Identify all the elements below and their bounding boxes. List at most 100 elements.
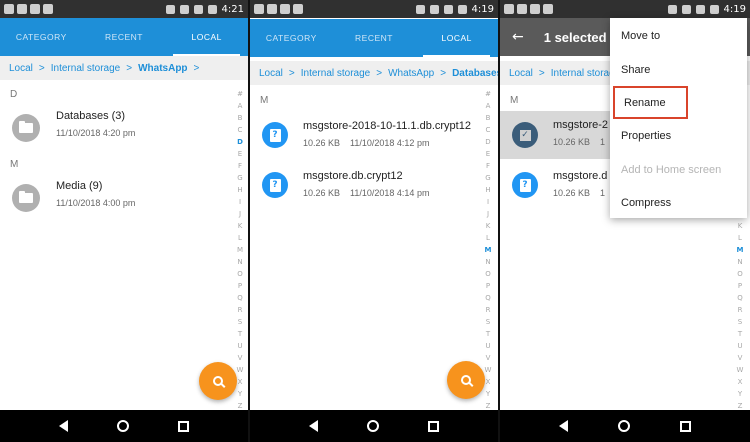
alphabet-letter[interactable]: V xyxy=(738,352,743,364)
alphabet-letter[interactable]: D xyxy=(485,136,490,148)
breadcrumb-local[interactable]: Local xyxy=(259,68,283,79)
menu-item-move-to[interactable]: Move to xyxy=(610,19,747,52)
alphabet-letter[interactable]: O xyxy=(737,268,743,280)
alphabet-letter[interactable]: R xyxy=(238,304,243,316)
alphabet-letter[interactable]: P xyxy=(486,280,490,292)
alphabet-letter[interactable]: E xyxy=(238,148,242,160)
menu-item-compress[interactable]: Compress xyxy=(610,186,747,219)
alphabet-letter[interactable]: H xyxy=(237,184,242,196)
tab-local[interactable]: LOCAL xyxy=(415,19,498,57)
alphabet-index[interactable]: #ABCDEFGHIJKLMNOPQRSTUVWXYZ xyxy=(234,88,246,412)
back-icon[interactable] xyxy=(58,420,68,432)
breadcrumb-internal-storage[interactable]: Internal storage xyxy=(301,68,371,79)
alphabet-letter[interactable]: B xyxy=(238,112,243,124)
alphabet-letter[interactable]: W xyxy=(237,364,244,376)
alphabet-letter[interactable]: L xyxy=(238,232,242,244)
alphabet-letter[interactable]: # xyxy=(237,88,243,100)
breadcrumb-whatsapp[interactable]: WhatsApp xyxy=(388,68,434,79)
home-icon[interactable] xyxy=(618,420,630,432)
alphabet-letter[interactable]: Y xyxy=(738,388,742,400)
search-fab[interactable] xyxy=(199,362,237,400)
alphabet-letter[interactable]: D xyxy=(237,136,243,148)
alphabet-letter[interactable]: K xyxy=(738,220,743,232)
alphabet-letter[interactable]: A xyxy=(238,100,243,112)
breadcrumb-internal-storage[interactable]: Internal storage xyxy=(51,63,121,74)
breadcrumb-local[interactable]: Local xyxy=(509,68,533,79)
breadcrumb-internal-storage[interactable]: Internal storag xyxy=(551,68,615,79)
tab-local[interactable]: LOCAL xyxy=(165,18,248,56)
tab-category[interactable]: CATEGORY xyxy=(250,19,333,57)
alphabet-letter[interactable]: M xyxy=(237,244,243,256)
recents-icon[interactable] xyxy=(178,420,190,432)
alphabet-letter[interactable]: C xyxy=(238,124,243,136)
alphabet-letter[interactable]: C xyxy=(486,124,491,136)
alphabet-letter[interactable]: N xyxy=(485,256,490,268)
alphabet-letter[interactable]: R xyxy=(738,304,743,316)
alphabet-letter[interactable]: M xyxy=(737,244,744,256)
alphabet-letter[interactable]: X xyxy=(486,376,491,388)
alphabet-letter[interactable]: U xyxy=(737,340,742,352)
alphabet-letter[interactable]: S xyxy=(486,316,490,328)
home-icon[interactable] xyxy=(366,420,379,432)
menu-item-share[interactable]: Share xyxy=(610,53,747,86)
tab-recent[interactable]: RECENT xyxy=(333,19,416,57)
alphabet-letter[interactable]: N xyxy=(737,256,742,268)
breadcrumb-databases[interactable]: Databases xyxy=(452,68,498,79)
alphabet-letter[interactable]: Y xyxy=(238,388,242,400)
alphabet-letter[interactable]: W xyxy=(737,364,744,376)
alphabet-letter[interactable]: E xyxy=(486,148,490,160)
alphabet-letter[interactable]: G xyxy=(485,172,490,184)
alphabet-letter[interactable]: I xyxy=(487,196,489,208)
list-item-media[interactable]: Media (9) 11/10/2018 4:00 pm xyxy=(0,172,232,228)
tab-category[interactable]: CATEGORY xyxy=(0,18,83,56)
alphabet-letter[interactable]: A xyxy=(486,100,491,112)
breadcrumb-local[interactable]: Local xyxy=(9,63,33,74)
alphabet-letter[interactable]: # xyxy=(485,88,491,100)
back-icon[interactable] xyxy=(559,420,568,432)
alphabet-letter[interactable]: S xyxy=(238,316,242,328)
recents-icon[interactable] xyxy=(428,420,440,432)
alphabet-letter[interactable]: B xyxy=(486,112,491,124)
alphabet-letter[interactable]: T xyxy=(486,328,490,340)
recents-icon[interactable] xyxy=(680,420,691,432)
alphabet-letter[interactable]: O xyxy=(237,268,243,280)
alphabet-letter[interactable]: N xyxy=(237,256,242,268)
alphabet-letter[interactable]: P xyxy=(738,280,742,292)
alphabet-letter[interactable]: X xyxy=(738,376,743,388)
alphabet-letter[interactable]: P xyxy=(238,280,242,292)
alphabet-letter[interactable]: Y xyxy=(486,388,490,400)
alphabet-letter[interactable]: F xyxy=(238,160,242,172)
back-arrow-icon[interactable]: ← xyxy=(512,29,524,45)
alphabet-letter[interactable]: F xyxy=(486,160,490,172)
alphabet-letter[interactable]: K xyxy=(238,220,243,232)
menu-item-properties[interactable]: Properties xyxy=(610,119,747,152)
menu-item-rename[interactable]: Rename xyxy=(613,86,688,119)
alphabet-letter[interactable]: G xyxy=(237,172,242,184)
list-item-file[interactable]: ? msgstore.db.crypt12 10.26 KB 11/10/201… xyxy=(250,162,482,218)
tab-recent[interactable]: RECENT xyxy=(83,18,166,56)
alphabet-letter[interactable]: U xyxy=(485,340,490,352)
alphabet-letter[interactable]: T xyxy=(238,328,242,340)
alphabet-letter[interactable]: I xyxy=(239,196,241,208)
alphabet-letter[interactable]: L xyxy=(738,232,742,244)
alphabet-letter[interactable]: Q xyxy=(237,292,243,304)
alphabet-letter[interactable]: L xyxy=(486,232,490,244)
alphabet-letter[interactable]: R xyxy=(486,304,491,316)
list-item-databases[interactable]: Databases (3) 11/10/2018 4:20 pm xyxy=(0,102,232,158)
alphabet-letter[interactable]: X xyxy=(238,376,243,388)
alphabet-letter[interactable]: H xyxy=(485,184,490,196)
alphabet-letter[interactable]: J xyxy=(239,208,241,220)
checkbox-checked-icon[interactable]: ✓ xyxy=(512,122,538,148)
alphabet-letter[interactable]: W xyxy=(485,364,492,376)
alphabet-index[interactable]: #ABCDEFGHIJKLMNOPQRSTUVWXYZ xyxy=(482,88,494,412)
home-icon[interactable] xyxy=(116,420,129,432)
alphabet-letter[interactable]: Q xyxy=(485,292,491,304)
alphabet-letter[interactable]: V xyxy=(486,352,491,364)
list-item-file[interactable]: ? msgstore-2018-10-11.1.db.crypt12 10.26… xyxy=(250,112,482,168)
alphabet-letter[interactable]: J xyxy=(487,208,489,220)
alphabet-letter[interactable]: S xyxy=(738,316,742,328)
search-fab[interactable] xyxy=(447,361,485,399)
alphabet-letter[interactable]: O xyxy=(485,268,491,280)
alphabet-letter[interactable]: K xyxy=(486,220,491,232)
alphabet-letter[interactable]: Q xyxy=(737,292,743,304)
